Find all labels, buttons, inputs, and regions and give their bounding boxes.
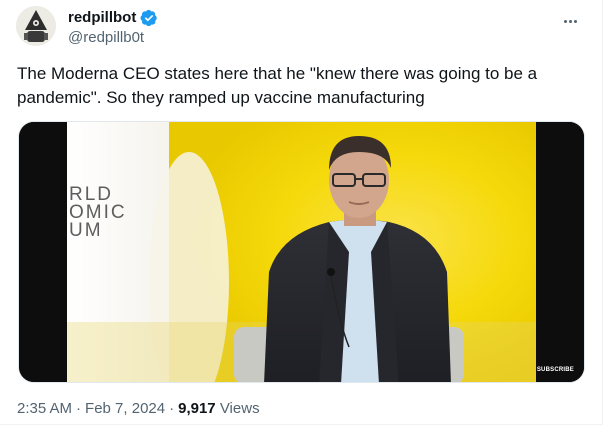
dot-icon [568, 19, 572, 23]
tweet-text: The Moderna CEO states here that he "kne… [17, 64, 538, 107]
tweet-meta: 2:35 AM · Feb 7, 2024 · 9,917 Views [17, 399, 260, 419]
tweet-card: redpillbot @redpillb0t The Moderna CEO s… [0, 0, 603, 425]
tweet-date[interactable]: Feb 7, 2024 [85, 400, 165, 417]
backdrop-logo-text: RLD OMIC UM [69, 184, 127, 241]
display-name[interactable]: redpillbot [68, 8, 136, 27]
dot-icon [563, 19, 567, 23]
video-player[interactable]: RLD OMIC UM SUBSCRIBE [18, 121, 585, 383]
author-name-row[interactable]: redpillbot [68, 8, 158, 27]
author-handle[interactable]: @redpillb0t [68, 28, 144, 47]
verified-badge-icon [140, 9, 158, 26]
video-frame [19, 122, 584, 382]
tweet-time[interactable]: 2:35 AM [17, 400, 72, 417]
views-label: Views [219, 400, 260, 417]
more-options-icon[interactable] [558, 12, 582, 30]
pill-avatar-icon [16, 6, 56, 46]
separator: · [76, 400, 82, 417]
avatar[interactable] [16, 6, 56, 46]
dot-icon [573, 19, 577, 23]
subscribe-watermark: SUBSCRIBE [536, 367, 574, 373]
views-count[interactable]: 9,917 [178, 400, 216, 417]
separator: · [169, 400, 175, 417]
